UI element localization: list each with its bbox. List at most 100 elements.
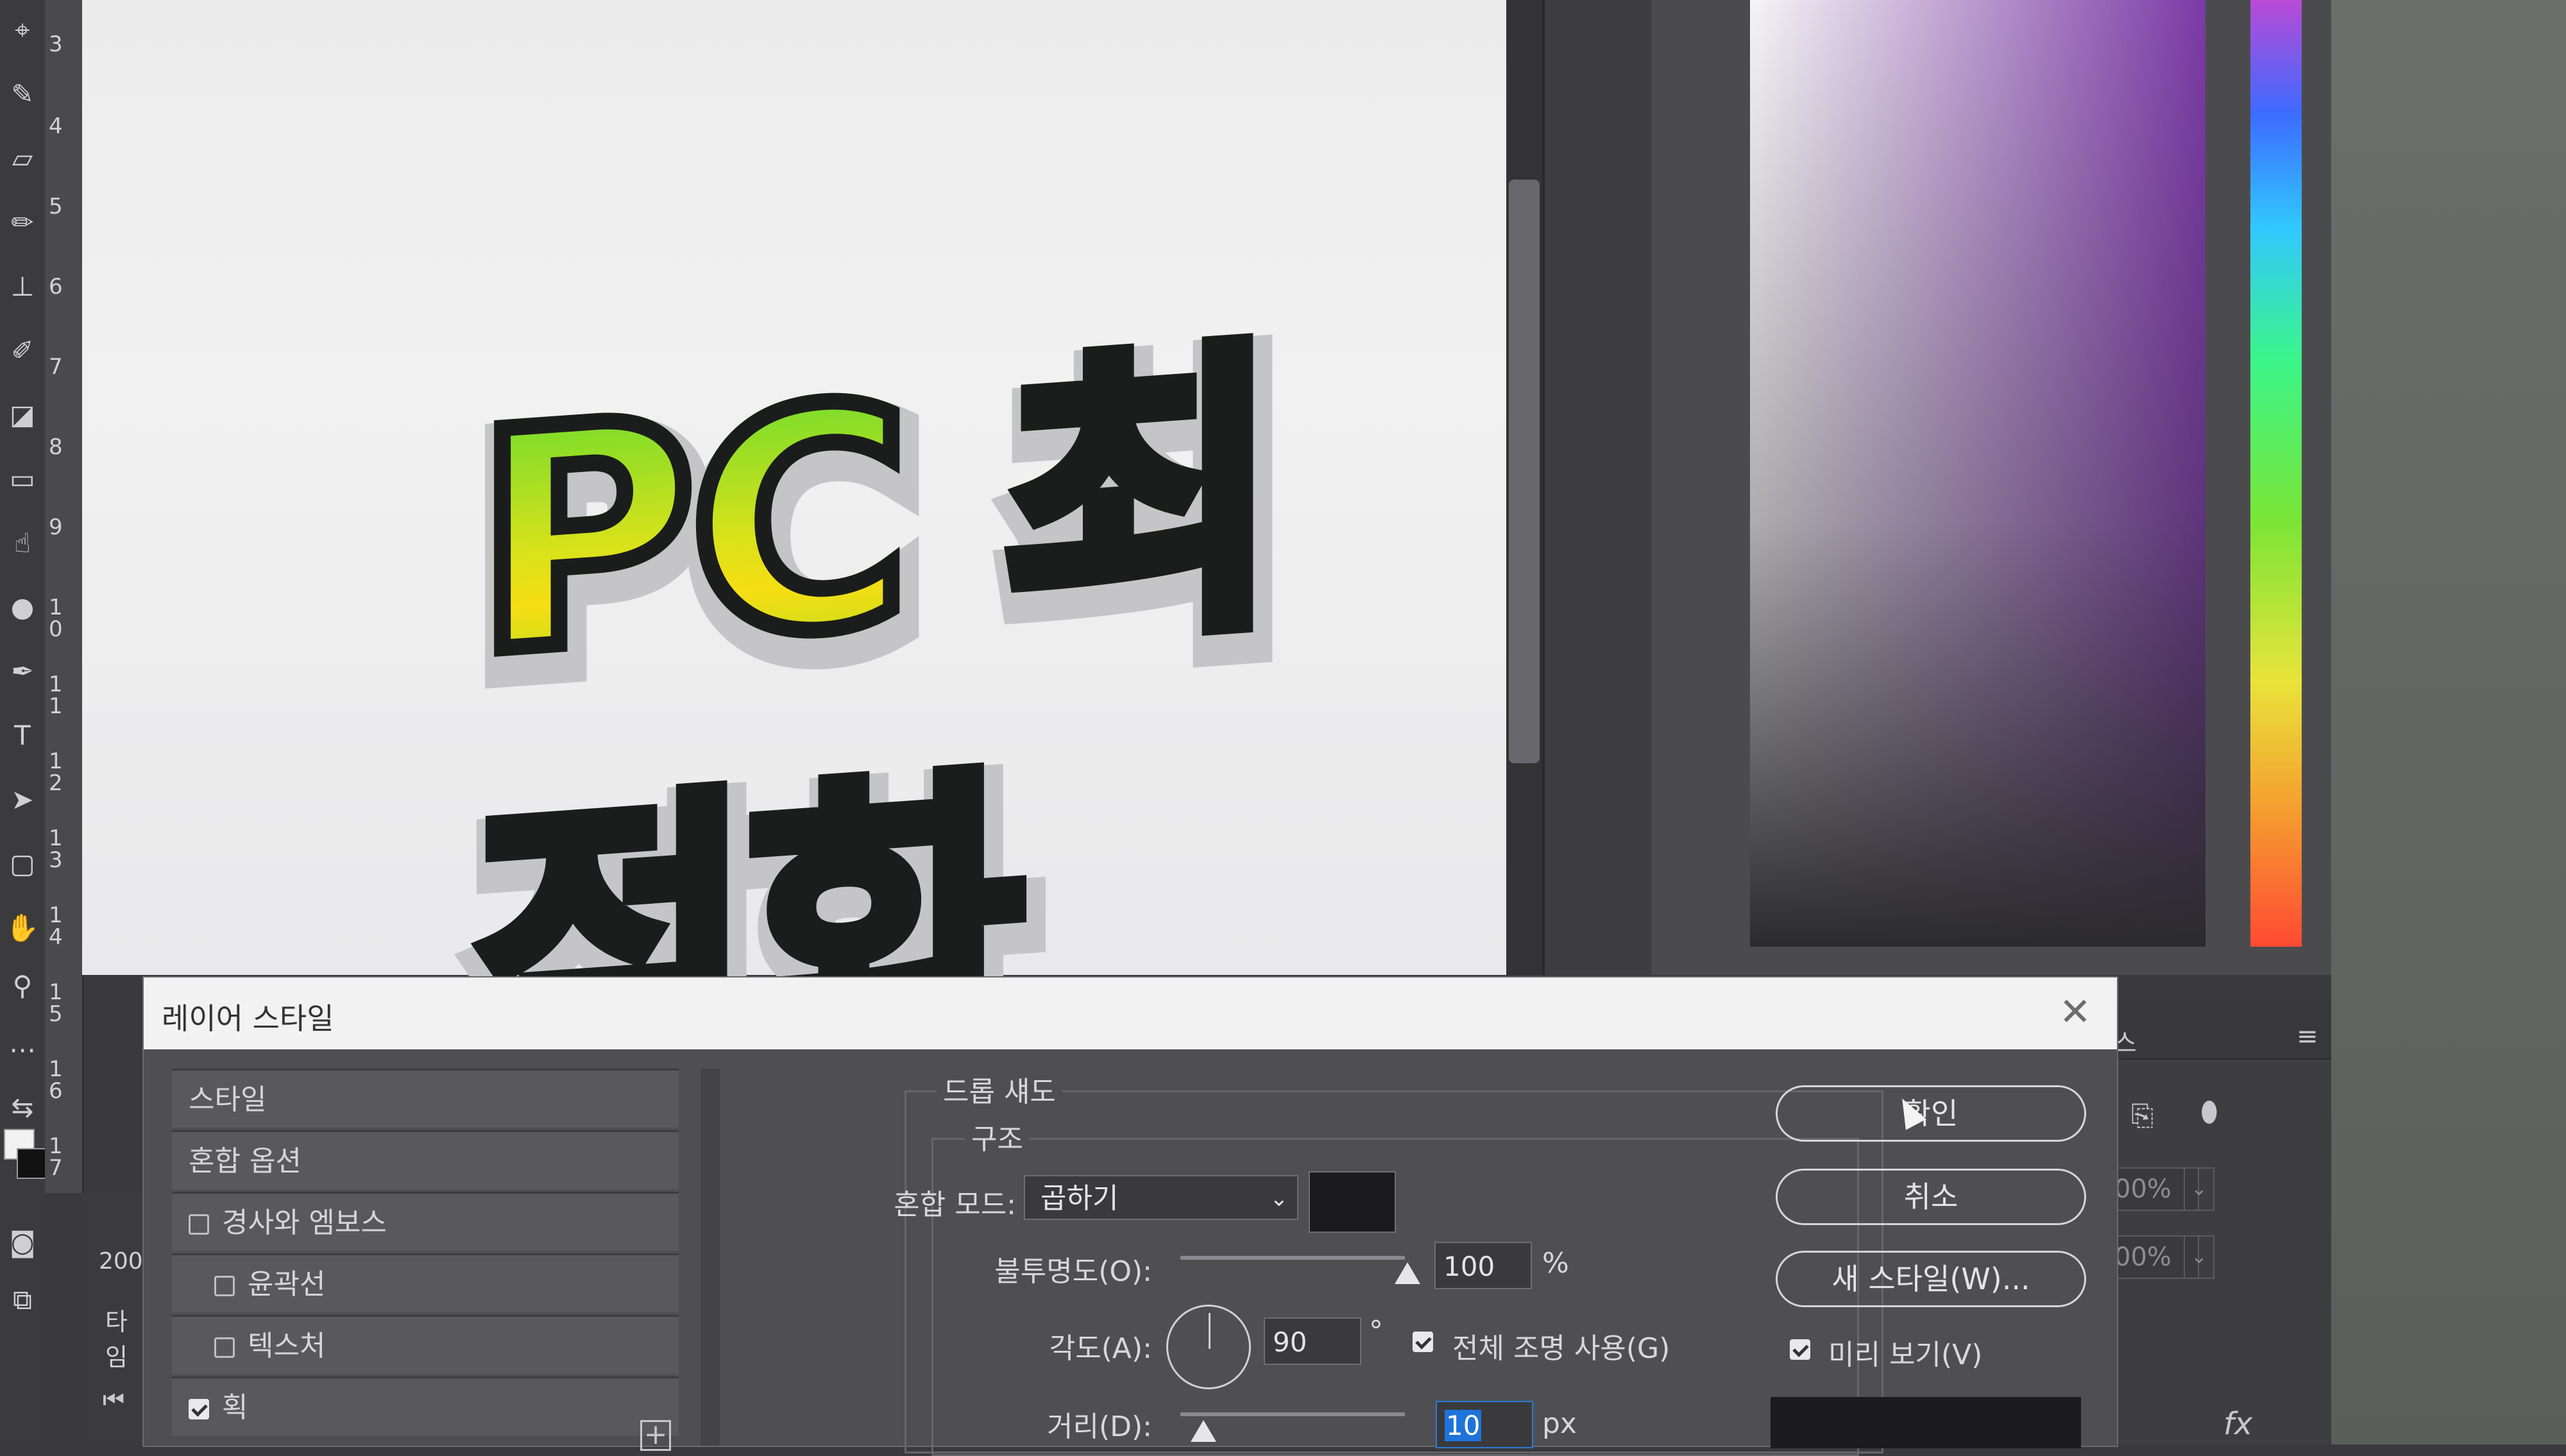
section-title: 드롭 섀도 [937, 1069, 1062, 1110]
angle-needle [1209, 1313, 1211, 1349]
desk-background [2331, 0, 2566, 1444]
ruler-tick: 5 [49, 194, 63, 219]
style-preview-thumbnail [1771, 1397, 2081, 1448]
style-list-item-contour[interactable]: 윤곽선 [172, 1253, 679, 1312]
smudge-icon[interactable]: ☝ [5, 526, 40, 561]
first-frame-icon[interactable]: ⏮ [103, 1385, 124, 1414]
opacity-slider-thumb[interactable] [1395, 1262, 1420, 1284]
swap-colors-icon[interactable]: ⇆ [5, 1090, 40, 1125]
dialog-title: 레이어 스타일 [162, 1001, 334, 1036]
ruler-tick: 8 [49, 434, 63, 460]
artboard-icon[interactable]: ⌖ [5, 13, 40, 47]
hue-slider[interactable] [2250, 0, 2302, 947]
opacity-input[interactable]: 100 [1434, 1242, 1532, 1289]
new-style-button[interactable]: 새 스타일(W)... [1776, 1251, 2086, 1307]
contour-checkbox[interactable] [214, 1276, 235, 1296]
more-tools-icon[interactable]: ⋯ [5, 1033, 40, 1067]
timeline-panel-edge: 200% 타임 ⏮ [83, 1193, 165, 1444]
angle-input[interactable]: 90 [1264, 1317, 1361, 1365]
preview-label: 미리 보기(V) [1828, 1339, 1983, 1371]
type-icon[interactable]: T [5, 718, 40, 753]
copy-icon[interactable]: ⎘ [2131, 1099, 2154, 1132]
vertical-ruler: 3 4 5 6 7 8 9 1 0 1 1 1 2 1 3 1 4 1 5 1 … [45, 0, 83, 1193]
gradient-icon[interactable]: ▭ [5, 462, 40, 496]
chevron-down-icon[interactable]: ⌄ [2184, 1235, 2214, 1279]
hand-icon[interactable]: ✋ [5, 911, 40, 945]
brush-icon[interactable]: ✎ [5, 77, 40, 112]
style-list-item-styles[interactable]: 스타일 [172, 1069, 679, 1128]
style-label: 경사와 엠보스 [222, 1206, 387, 1239]
add-style-icon[interactable]: + [640, 1420, 671, 1451]
ruler-tick: 7 [49, 354, 63, 380]
dialog-titlebar[interactable]: 레이어 스타일 ✕ [144, 978, 2117, 1049]
dialog-body: 스타일 혼합 옵션 경사와 엠보스 윤곽선 텍스처 획 + 드롭 섀도 구조 혼… [144, 1049, 2117, 1456]
angle-dial[interactable] [1166, 1305, 1251, 1389]
bevel-emboss-checkbox[interactable] [189, 1214, 209, 1235]
history-brush-icon[interactable]: ✐ [5, 334, 40, 368]
zoom-icon[interactable]: ⚲ [5, 969, 40, 1003]
distance-slider[interactable] [1180, 1412, 1405, 1416]
texture-checkbox[interactable] [214, 1337, 235, 1358]
chevron-down-icon: ⌄ [1270, 1186, 1289, 1212]
ruler-tick: 3 [49, 31, 63, 57]
stroke-checkbox[interactable] [189, 1399, 209, 1419]
distance-slider-thumb[interactable] [1191, 1420, 1216, 1442]
color-field[interactable] [1750, 0, 2205, 947]
opacity-slider[interactable] [1180, 1256, 1405, 1260]
canvas-scroll-thumb[interactable] [1509, 180, 1540, 763]
global-light-checkbox[interactable] [1413, 1332, 1433, 1352]
blend-mode-select[interactable]: 곱하기 ⌄ [1024, 1175, 1298, 1220]
tools-panel: ⌖ ✎ ▱ ✏ ⊥ ✐ ◪ ▭ ☝ ● ✒ T ➤ ▢ ✋ ⚲ ⋯ ⇆ ◙ ⧉ [0, 0, 47, 1444]
rectangle-icon[interactable]: ▢ [5, 847, 40, 881]
eraser-icon[interactable]: ▱ [5, 141, 40, 176]
style-list-item-blending-options[interactable]: 혼합 옵션 [172, 1130, 679, 1189]
close-icon[interactable]: ✕ [2059, 993, 2091, 1031]
ruler-tick: 1 1 [49, 672, 63, 719]
ruler-tick: 1 5 [49, 979, 63, 1027]
cancel-button[interactable]: 취소 [1776, 1169, 2086, 1225]
pen-icon[interactable]: ✒ [5, 654, 40, 689]
logo-text: PC 최적화 [466, 275, 1411, 1140]
screen-mode-icon[interactable]: ⧉ [5, 1283, 40, 1317]
ruler-tick: 4 [49, 114, 63, 139]
blend-mode-label: 혼합 모드: [894, 1189, 1016, 1221]
stamp-icon[interactable]: ⊥ [5, 269, 40, 304]
logo-artwork: PC 최적화 PC 최적화 [457, 306, 1411, 1171]
quick-mask-icon[interactable]: ◙ [5, 1225, 40, 1260]
distance-value-selected: 10 [1445, 1410, 1482, 1441]
opacity-unit: % [1542, 1247, 1569, 1280]
background-color-swatch[interactable] [17, 1148, 47, 1179]
ruler-tick: 1 0 [49, 595, 63, 642]
style-label: 텍스처 [248, 1330, 326, 1362]
eraser-tool-icon[interactable]: ◪ [5, 398, 40, 432]
style-list-scrollbar[interactable] [701, 1069, 720, 1446]
lock-icon[interactable]: ⬮ [2200, 1096, 2218, 1128]
ruler-tick: 1 4 [49, 902, 63, 950]
ruler-tick: 6 [49, 274, 63, 300]
timeline-tab[interactable]: 타임 [105, 1302, 142, 1373]
path-select-icon[interactable]: ➤ [5, 783, 40, 817]
subsection-title: 구조 [965, 1116, 1030, 1157]
chevron-down-icon[interactable]: ⌄ [2184, 1167, 2214, 1211]
style-list-item-stroke[interactable]: 획 [172, 1376, 679, 1435]
preview-checkbox[interactable] [1790, 1339, 1810, 1360]
blend-mode-value: 곱하기 [1041, 1182, 1119, 1215]
distance-unit: px [1542, 1407, 1577, 1440]
ruler-tick: 1 7 [49, 1133, 63, 1181]
fx-icon[interactable]: fx [2223, 1406, 2252, 1442]
dodge-icon[interactable]: ● [5, 590, 40, 625]
ok-button[interactable]: 확인 [1776, 1085, 2086, 1142]
layers-panel [2111, 1001, 2331, 1444]
ruler-tick: 1 6 [49, 1056, 63, 1104]
pencil-icon[interactable]: ✏ [5, 205, 40, 240]
panel-divider [1542, 0, 1654, 975]
shadow-color-swatch[interactable] [1309, 1171, 1396, 1233]
style-list-item-texture[interactable]: 텍스처 [172, 1315, 679, 1374]
ruler-tick: 9 [49, 514, 63, 540]
distance-input[interactable]: 10 [1436, 1401, 1533, 1448]
style-list-item-bevel-emboss[interactable]: 경사와 엠보스 [172, 1192, 679, 1251]
ruler-tick: 1 3 [49, 825, 63, 873]
panel-menu-icon[interactable]: ≡ [2297, 1024, 2322, 1049]
ruler-tick: 1 2 [49, 749, 63, 796]
distance-label: 거리(D): [1047, 1410, 1152, 1443]
